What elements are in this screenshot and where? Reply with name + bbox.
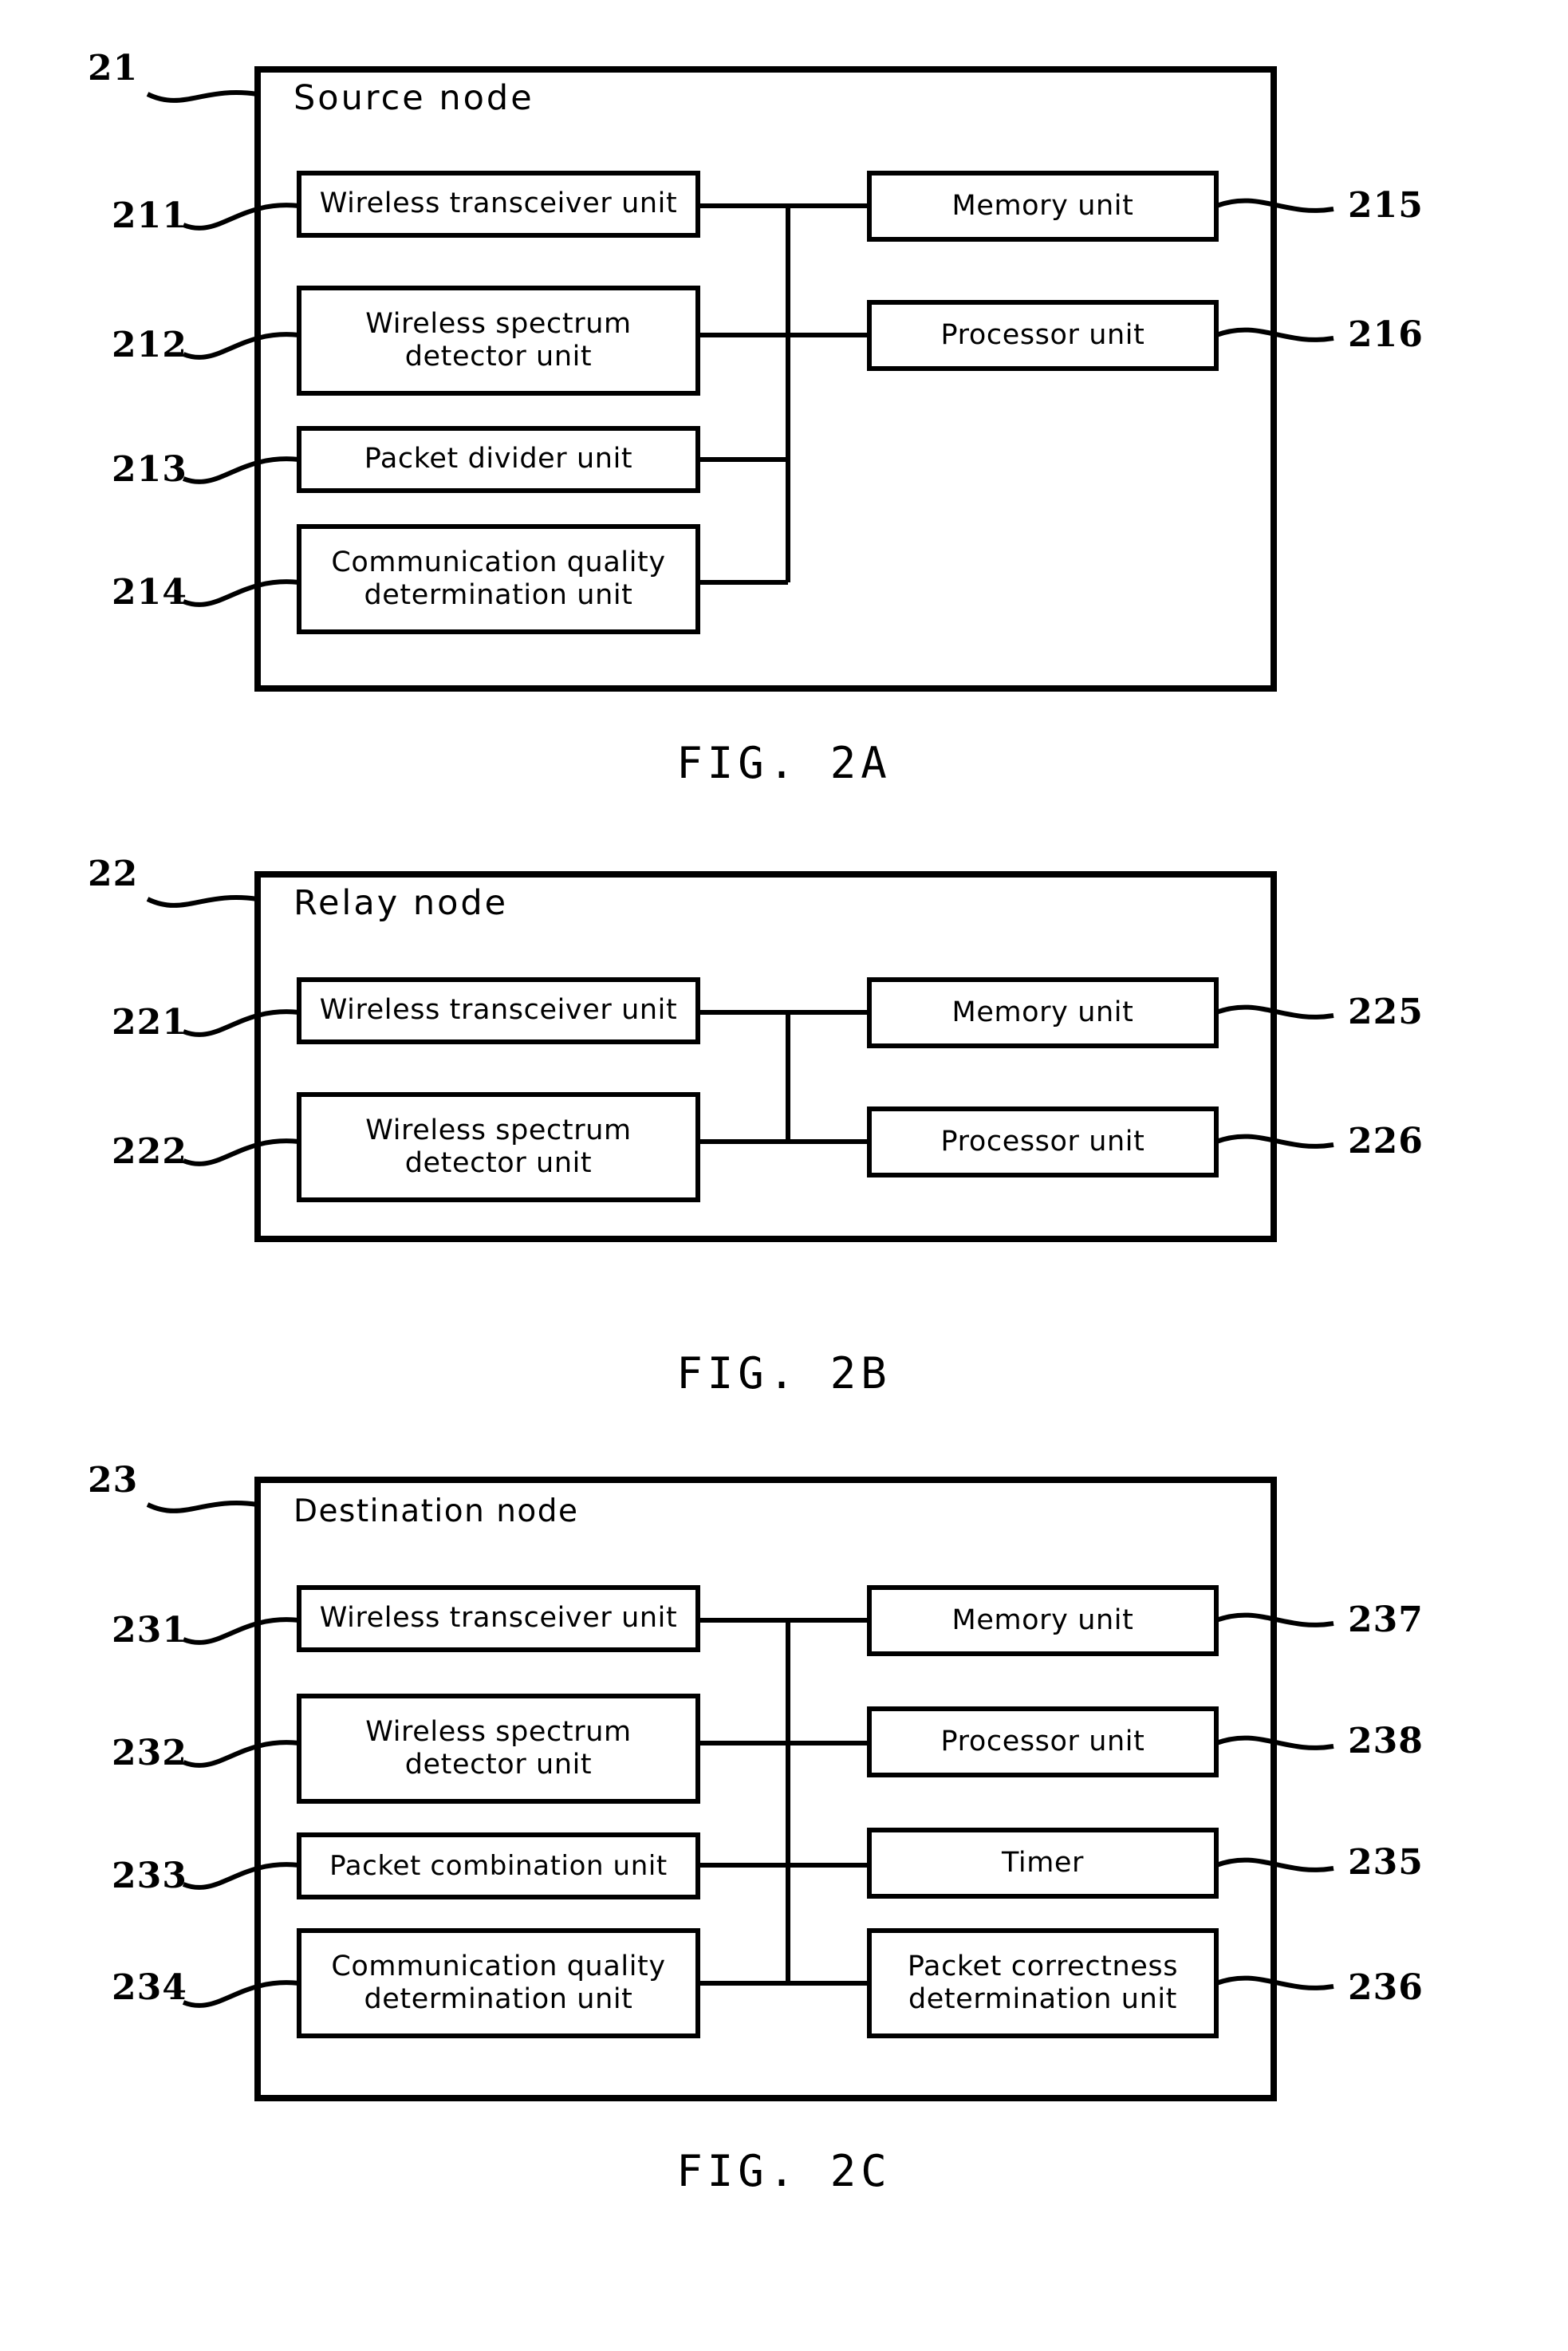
fig2c-text-237: Memory unit [951,1603,1134,1636]
fig2c-ref-236: 236 [1348,1967,1424,2008]
fig2a-ref-213: 213 [112,449,187,490]
fig2a-label-212: Wireless spectrum detector unit [299,288,698,393]
fig2c-label-235: Timer [869,1830,1216,1896]
fig2a-label-213: Packet divider unit [299,428,698,491]
fig2b-ref-226: 226 [1348,1121,1424,1162]
fig2c-leader-231 [182,1617,300,1645]
fig2c-ref-231: 231 [112,1610,187,1651]
fig2a-label-215: Memory unit [869,173,1216,239]
fig2a-leader-213 [182,456,300,484]
fig2b-text-226: Processor unit [940,1125,1145,1158]
fig2c-node-title: Destination node [294,1493,579,1529]
fig2a-leader-214 [182,579,300,607]
fig2b-leader-221 [182,1009,300,1037]
fig2c-leader-233 [182,1862,300,1890]
fig2c-text-232: Wireless spectrum detector unit [365,1715,632,1781]
fig2c-label-233: Packet combination unit [299,1835,698,1897]
fig2b-ref-22: 22 [88,854,139,894]
fig2c-caption: FIG. 2C [676,2146,892,2196]
fig2c-ref-232: 232 [112,1733,187,1773]
fig2a-text-216: Processor unit [940,318,1145,351]
fig2c-leader-23 [146,1501,258,1513]
fig2a-leader-21 [146,90,258,103]
fig2b-label-222: Wireless spectrum detector unit [299,1095,698,1200]
fig2b-node-title: Relay node [294,883,509,923]
fig2b-leader-222 [182,1138,300,1166]
fig2b-label-226: Processor unit [869,1109,1216,1175]
fig2c-leader-234 [182,1980,300,2008]
fig2a-text-211: Wireless transceiver unit [319,187,678,220]
fig2a-leader-211 [182,203,300,231]
fig2c-label-232: Wireless spectrum detector unit [299,1696,698,1801]
fig2a-label-211: Wireless transceiver unit [299,173,698,235]
fig2a-ref-211: 211 [112,195,187,236]
fig2c-label-236: Packet correctness determination unit [869,1931,1216,2036]
fig2c-label-238: Processor unit [869,1709,1216,1775]
fig2b-label-221: Wireless transceiver unit [299,980,698,1042]
fig2c-label-237: Memory unit [869,1588,1216,1654]
fig2c-text-233: Packet combination unit [329,1849,668,1882]
fig2b-text-221: Wireless transceiver unit [319,994,678,1027]
fig2b-text-225: Memory unit [951,996,1134,1028]
fig2b-ref-225: 225 [1348,992,1424,1032]
fig2c-label-231: Wireless transceiver unit [299,1588,698,1650]
fig2a-label-214: Communication quality determination unit [299,527,698,632]
fig2a-ref-215: 215 [1348,185,1424,226]
fig2c-text-234: Communication quality determination unit [331,1950,666,2015]
fig2a-ref-214: 214 [112,572,187,613]
fig2c-text-236: Packet correctness determination unit [907,1950,1179,2015]
fig2c-ref-23: 23 [88,1460,139,1501]
fig2a-node-title: Source node [294,78,534,118]
fig2a-text-215: Memory unit [951,189,1134,222]
fig2b-ref-221: 221 [112,1002,187,1043]
fig2a-text-213: Packet divider unit [364,443,633,475]
fig2c-text-235: Timer [1001,1846,1085,1879]
fig2b-leader-22 [146,895,258,908]
fig2c-ref-234: 234 [112,1967,187,2008]
fig2a-text-214: Communication quality determination unit [331,546,666,611]
fig2c-ref-233: 233 [112,1856,187,1896]
fig2a-text-212: Wireless spectrum detector unit [365,307,632,373]
fig2b-text-222: Wireless spectrum detector unit [365,1114,632,1179]
fig2c-ref-235: 235 [1348,1842,1424,1883]
fig2b-label-225: Memory unit [869,980,1216,1046]
fig2b-caption: FIG. 2B [676,1348,892,1398]
fig2a-leader-212 [182,332,300,360]
fig2a-ref-212: 212 [112,325,187,365]
fig2c-text-231: Wireless transceiver unit [319,1602,678,1635]
fig2c-leader-232 [182,1740,300,1768]
fig2b-ref-222: 222 [112,1131,187,1172]
fig2c-ref-237: 237 [1348,1600,1424,1640]
fig2a-label-216: Processor unit [869,302,1216,369]
fig2a-ref-216: 216 [1348,314,1424,355]
fig2a-ref-21: 21 [88,48,139,89]
fig2c-text-238: Processor unit [940,1725,1145,1757]
fig2c-label-234: Communication quality determination unit [299,1931,698,2036]
figure-sheet-linework [146,66,1334,2101]
fig2c-ref-238: 238 [1348,1721,1424,1761]
fig2a-caption: FIG. 2A [676,738,892,788]
